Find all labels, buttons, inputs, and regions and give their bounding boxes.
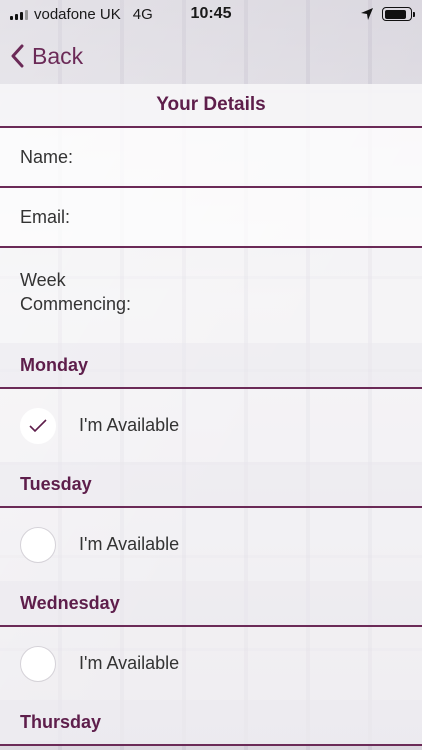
email-field[interactable]: Email:	[0, 188, 422, 248]
week-commencing-field[interactable]: Week Commencing:	[0, 248, 422, 343]
battery-icon	[382, 7, 415, 21]
day-header-monday: Monday	[0, 343, 422, 389]
availability-label: I'm Available	[79, 415, 180, 435]
network-type: 4G	[132, 5, 153, 23]
availability-row-monday[interactable]: I'm Available	[0, 389, 422, 462]
carrier-name: vodafone UK	[34, 5, 121, 23]
name-field[interactable]: Name:	[0, 128, 422, 188]
availability-checkbox-monday[interactable]	[20, 407, 56, 444]
status-bar: vodafone UK 4G 10:45	[0, 0, 422, 28]
availability-label: I'm Available	[79, 653, 180, 673]
day-header-thursday: Thursday	[0, 700, 422, 746]
nav-bar: Back	[0, 28, 422, 84]
signal-icon	[10, 9, 28, 20]
page-title: Your Details	[0, 84, 422, 128]
checkmark-icon	[29, 418, 47, 432]
status-time: 10:45	[190, 5, 232, 22]
availability-label: I'm Available	[79, 534, 180, 554]
availability-checkbox-wednesday[interactable]	[20, 645, 56, 682]
name-label: Name:	[20, 146, 74, 167]
back-button[interactable]: Back	[10, 43, 83, 70]
availability-checkbox-tuesday[interactable]	[20, 526, 56, 563]
availability-row-wednesday[interactable]: I'm Available	[0, 627, 422, 700]
week-commencing-label: Week Commencing:	[20, 270, 132, 314]
day-header-tuesday: Tuesday	[0, 462, 422, 508]
email-label: Email:	[20, 206, 71, 227]
location-arrow-icon	[360, 7, 374, 21]
day-header-wednesday: Wednesday	[0, 581, 422, 627]
chevron-left-icon	[11, 44, 24, 68]
back-label: Back	[32, 42, 84, 69]
app-screen: vodafone UK 4G 10:45 Back Your Details N…	[0, 0, 422, 746]
availability-row-tuesday[interactable]: I'm Available	[0, 508, 422, 581]
